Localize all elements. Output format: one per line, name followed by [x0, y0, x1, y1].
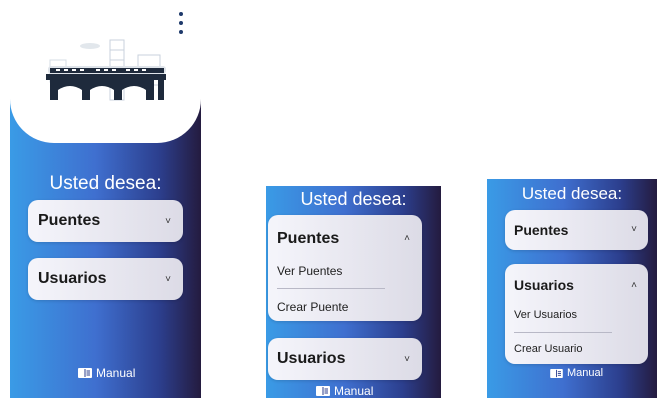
puentes-dropdown[interactable]: Puentes ˅: [28, 200, 183, 242]
header-card: [10, 0, 201, 143]
option-ver-usuarios[interactable]: Ver Usuarios: [514, 309, 577, 321]
chevron-down-icon: ˅: [165, 274, 171, 285]
chevron-up-icon: ˄: [404, 233, 410, 244]
manual-link[interactable]: Manual: [550, 367, 603, 379]
book-icon: [78, 368, 92, 378]
page-title: Usted desea:: [300, 189, 407, 209]
chevron-down-icon: ˅: [631, 224, 637, 235]
chevron-up-icon: ˄: [631, 280, 637, 291]
manual-link[interactable]: Manual: [316, 384, 373, 398]
page-title: Usted desea:: [521, 184, 623, 203]
page-title: Usted desea:: [49, 173, 162, 194]
option-crear-usuario[interactable]: Crear Usuario: [514, 343, 582, 355]
usuarios-dropdown[interactable]: Usuarios ˅: [268, 338, 422, 380]
book-icon: [550, 368, 563, 378]
puentes-label: Puentes: [38, 212, 101, 229]
divider: [277, 288, 385, 289]
option-ver-puentes[interactable]: Ver Puentes: [277, 264, 342, 278]
divider: [514, 332, 612, 333]
chevron-down-icon: ˅: [404, 354, 410, 365]
puentes-dropdown-expanded[interactable]: Puentes ˄ Ver Puentes Crear Puente: [268, 215, 422, 321]
manual-link[interactable]: Manual: [78, 366, 135, 380]
puentes-label: Puentes: [277, 230, 340, 247]
bridge-train-illustration: [46, 39, 166, 101]
usuarios-label: Usuarios: [38, 270, 107, 287]
kebab-menu-icon[interactable]: [176, 12, 186, 34]
puentes-dropdown[interactable]: Puentes ˅: [505, 210, 648, 250]
usuarios-dropdown-expanded[interactable]: Usuarios ˄ Ver Usuarios Crear Usuario: [505, 264, 648, 364]
usuarios-label: Usuarios: [514, 277, 574, 293]
manual-label: Manual: [96, 366, 136, 380]
manual-label: Manual: [334, 384, 374, 398]
book-icon: [316, 386, 330, 396]
chevron-down-icon: ˅: [165, 216, 171, 227]
usuarios-dropdown[interactable]: Usuarios ˅: [28, 258, 183, 300]
manual-label: Manual: [567, 367, 604, 379]
usuarios-label: Usuarios: [277, 350, 346, 367]
option-crear-puente[interactable]: Crear Puente: [277, 300, 348, 314]
puentes-label: Puentes: [514, 222, 569, 238]
